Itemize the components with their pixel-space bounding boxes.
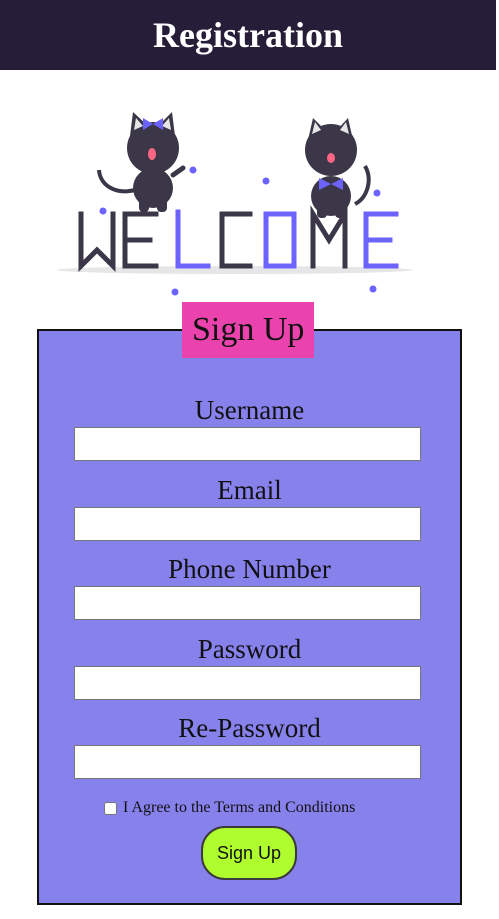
welcome-illustration (57, 112, 413, 296)
phone-input[interactable] (74, 586, 421, 620)
phone-label: Phone Number (168, 554, 331, 584)
terms-label: I Agree to the Terms and Conditions (123, 799, 356, 816)
page-title: Registration (153, 15, 343, 55)
form-legend: Sign Up (182, 302, 315, 358)
letter-c (219, 211, 253, 269)
left-cat-illustration (97, 112, 186, 212)
right-cat-illustration (305, 118, 371, 218)
page-header: Registration (0, 0, 496, 70)
sign-up-button[interactable]: Sign Up (201, 826, 297, 880)
password-input[interactable] (74, 666, 421, 700)
welcome-text (78, 205, 399, 273)
password-label: Password (197, 634, 302, 664)
letter-o (263, 211, 297, 269)
letter-l (175, 209, 211, 269)
terms-checkbox[interactable] (104, 801, 117, 815)
username-label: Username (194, 395, 305, 425)
email-input[interactable] (74, 507, 421, 541)
re-password-label: Re-Password (178, 713, 321, 743)
username-input[interactable] (74, 427, 421, 461)
email-label: Email (217, 475, 282, 505)
re-password-input[interactable] (74, 745, 421, 779)
terms-agreement[interactable]: I Agree to the Terms and Conditions (104, 799, 355, 817)
letter-m (310, 205, 348, 269)
letter-w (78, 211, 116, 273)
